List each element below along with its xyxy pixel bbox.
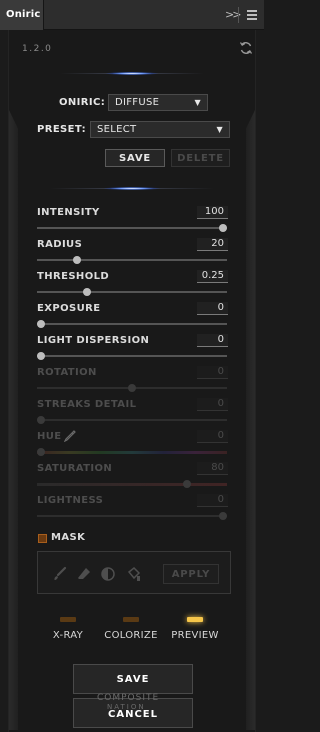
divider — [238, 7, 239, 23]
save-preset-button[interactable]: SAVE — [105, 149, 165, 167]
oniric-select[interactable]: DIFFUSE ▼ — [108, 94, 208, 111]
glow-accent-mid — [104, 187, 160, 190]
slider-thumb[interactable] — [37, 448, 45, 456]
slider-thumb[interactable] — [37, 320, 45, 328]
param-label-light-dispersion: LIGHT DISPERSION — [37, 335, 150, 346]
param-value-input[interactable]: 0 — [197, 430, 228, 443]
param-label-streaks-detail: STREAKS DETAIL — [37, 399, 137, 410]
tab-oniric[interactable]: Oniric — [0, 0, 44, 30]
param-value-input[interactable]: 0 — [197, 398, 228, 411]
panel-tab-bar: Oniric >> — [0, 0, 264, 30]
slider-track[interactable] — [37, 323, 227, 325]
brush-icon[interactable] — [52, 566, 68, 582]
toggle-indicator-colorize[interactable] — [123, 617, 139, 622]
watermark-line-1: COMPOSITE — [97, 693, 160, 703]
eraser-icon[interactable] — [76, 566, 92, 582]
param-value-input[interactable]: 0 — [197, 334, 228, 347]
oniric-label: ONIRIC: — [59, 97, 106, 108]
slider-track[interactable] — [37, 259, 227, 261]
slider-track[interactable] — [37, 355, 227, 357]
param-label-intensity: INTENSITY — [37, 207, 100, 218]
slider-track[interactable] — [37, 451, 227, 454]
glow-accent-top — [106, 72, 158, 75]
slider-thumb[interactable] — [219, 224, 227, 232]
chevron-down-icon: ▼ — [216, 125, 223, 134]
param-value-input[interactable]: 20 — [197, 238, 228, 251]
preset-select-value: SELECT — [97, 124, 137, 135]
param-label-hue: HUE — [37, 431, 62, 442]
param-label-exposure: EXPOSURE — [37, 303, 101, 314]
toggle-label-preview[interactable]: PREVIEW — [165, 630, 225, 641]
toggle-indicator-x-ray[interactable] — [60, 617, 76, 622]
slider-track[interactable] — [37, 515, 227, 517]
slider-thumb[interactable] — [128, 384, 136, 392]
delete-preset-button[interactable]: DELETE — [171, 149, 230, 167]
apply-mask-button[interactable]: APPLY — [163, 564, 219, 584]
param-label-rotation: ROTATION — [37, 367, 97, 378]
param-label-radius: RADIUS — [37, 239, 83, 250]
preset-label: PRESET: — [37, 124, 86, 135]
slider-thumb[interactable] — [182, 480, 191, 488]
param-label-threshold: THRESHOLD — [37, 271, 110, 282]
slider-thumb[interactable] — [37, 352, 45, 360]
contrast-icon[interactable] — [100, 566, 116, 582]
slider-track[interactable] — [37, 291, 227, 293]
toggle-indicator-preview[interactable] — [187, 617, 203, 622]
param-value-input[interactable]: 0.25 — [197, 270, 228, 283]
version-label: 1.2.0 — [22, 44, 53, 54]
save-button[interactable]: SAVE — [73, 664, 193, 694]
mask-checkbox[interactable] — [38, 534, 47, 543]
save-button-label: SAVE — [116, 674, 150, 685]
panel-side-frame-right — [246, 110, 255, 730]
slider-track[interactable] — [37, 227, 227, 229]
refresh-icon[interactable] — [239, 41, 253, 55]
tab-title: Oniric — [6, 9, 41, 20]
param-label-lightness: LIGHTNESS — [37, 495, 104, 506]
toggle-label-colorize[interactable]: COLORIZE — [101, 630, 161, 641]
eyedropper-icon[interactable] — [64, 430, 76, 442]
panel-side-frame-left — [9, 110, 18, 730]
preset-select[interactable]: SELECT ▼ — [90, 121, 230, 138]
slider-track[interactable] — [37, 419, 227, 421]
slider-thumb[interactable] — [37, 416, 45, 424]
param-value-input[interactable]: 100 — [197, 206, 228, 219]
param-value-input[interactable]: 0 — [197, 494, 228, 507]
chevron-down-icon: ▼ — [194, 98, 201, 107]
param-value-input[interactable]: 0 — [197, 302, 228, 315]
param-label-saturation: SATURATION — [37, 463, 113, 474]
fill-bucket-icon[interactable] — [126, 566, 142, 582]
param-value-input[interactable]: 0 — [197, 366, 228, 379]
oniric-select-value: DIFFUSE — [115, 97, 160, 108]
hamburger-menu-icon[interactable] — [244, 6, 260, 22]
mask-label: MASK — [51, 532, 86, 543]
slider-track[interactable] — [37, 483, 227, 486]
slider-thumb[interactable] — [82, 288, 91, 296]
watermark-line-2: NATION — [107, 703, 146, 711]
param-value-input[interactable]: 80 — [197, 462, 228, 475]
toggle-label-x-ray[interactable]: X-RAY — [38, 630, 98, 641]
slider-thumb[interactable] — [219, 512, 227, 520]
